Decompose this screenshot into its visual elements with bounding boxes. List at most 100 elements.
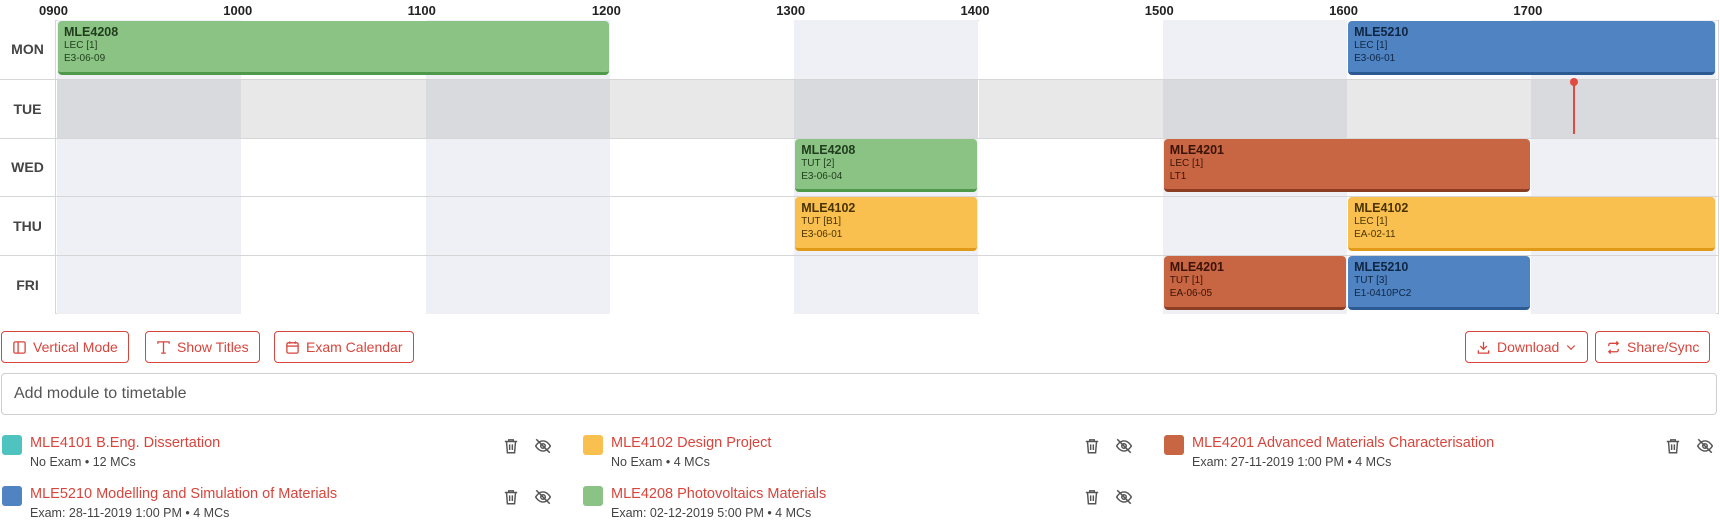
- day-label-thu: THU: [0, 197, 56, 256]
- hour-label-1500: 1500: [1144, 3, 1174, 18]
- lesson-type: LEC [1]: [1169, 157, 1204, 169]
- hour-label-1700: 1700: [1513, 3, 1543, 18]
- vertical-mode-label: Vertical Mode: [33, 339, 118, 355]
- hour-cell[interactable]: [1531, 256, 1716, 314]
- hour-cell[interactable]: [1347, 79, 1532, 138]
- lesson-block[interactable]: MLE4102 TUT [B1] E3-06-01: [795, 197, 978, 252]
- hour-cell[interactable]: [609, 256, 795, 314]
- hour-cell[interactable]: [609, 79, 795, 138]
- lesson-block[interactable]: MLE5210 LEC [1] E3-06-01: [1348, 21, 1715, 75]
- module-color-swatch[interactable]: [1164, 435, 1184, 455]
- columns-icon: [13, 340, 26, 354]
- module-meta: Exam: 02-12-2019 5:00 PM • 4 MCs: [611, 506, 812, 520]
- hour-cell[interactable]: [1162, 79, 1348, 138]
- timetable: 0900 1000 1100 1200 1300 1400 1500 1600 1700 MON T…: [0, 0, 1720, 316]
- hour-cell[interactable]: [609, 138, 795, 197]
- eye-slash-icon[interactable]: [1115, 437, 1133, 455]
- lesson-code: MLE4201: [1169, 142, 1224, 157]
- hour-cell[interactable]: [425, 138, 610, 197]
- hour-cell[interactable]: [241, 256, 426, 314]
- module-item: MLE4102 Design Project No Exam • 4 MCs: [583, 433, 1143, 473]
- share-sync-button[interactable]: Share/Sync: [1595, 331, 1711, 363]
- share-sync-label: Share/Sync: [1627, 339, 1700, 355]
- module-title-link[interactable]: MLE4101 B.Eng. Dissertation: [30, 435, 220, 451]
- hour-cell[interactable]: [241, 79, 426, 138]
- hour-cell[interactable]: [425, 79, 610, 138]
- eye-slash-icon[interactable]: [1115, 488, 1133, 506]
- hour-cell[interactable]: [57, 197, 242, 256]
- module-title-link[interactable]: MLE4201 Advanced Materials Characterisat…: [1192, 435, 1494, 451]
- sync-icon: [1607, 340, 1620, 354]
- lesson-block[interactable]: MLE4201 TUT [1] EA-06-05: [1163, 256, 1347, 310]
- hour-cell[interactable]: [609, 20, 795, 79]
- hour-cell[interactable]: [1162, 197, 1348, 256]
- hour-cell[interactable]: [978, 197, 1163, 256]
- hour-cell[interactable]: [425, 256, 610, 314]
- eye-slash-icon[interactable]: [534, 437, 552, 455]
- show-titles-button[interactable]: Show Titles: [145, 331, 260, 363]
- hour-label-1200: 1200: [591, 3, 621, 18]
- hour-cell[interactable]: [609, 197, 795, 256]
- lesson-block[interactable]: MLE4208 LEC [1] E3-06-09: [58, 21, 609, 75]
- lesson-type: TUT [2]: [801, 157, 835, 169]
- trash-icon[interactable]: [1083, 488, 1101, 506]
- hour-label-1100: 1100: [407, 3, 436, 18]
- hour-label-1300: 1300: [776, 3, 806, 18]
- download-button[interactable]: Download: [1465, 331, 1589, 363]
- hour-cell[interactable]: [978, 256, 1163, 314]
- hour-cell[interactable]: [978, 20, 1163, 79]
- vertical-mode-button[interactable]: Vertical Mode: [1, 331, 129, 363]
- module-title-link[interactable]: MLE4102 Design Project: [611, 435, 771, 451]
- hour-label-0900: 0900: [39, 3, 68, 18]
- trash-icon[interactable]: [502, 488, 520, 506]
- lesson-venue: E3-06-01: [801, 229, 843, 241]
- exam-calendar-button[interactable]: Exam Calendar: [274, 331, 414, 363]
- trash-icon[interactable]: [1083, 437, 1101, 455]
- module-item: MLE4101 B.Eng. Dissertation No Exam • 12 …: [2, 433, 562, 473]
- hour-cell[interactable]: [1531, 138, 1716, 197]
- lesson-block[interactable]: MLE5210 TUT [3] E1-0410PC2: [1348, 256, 1531, 310]
- hour-cell[interactable]: [978, 138, 1163, 197]
- trash-icon[interactable]: [1664, 437, 1682, 455]
- lesson-code: MLE5210: [1354, 25, 1409, 39]
- add-module-input[interactable]: [1, 373, 1717, 415]
- hour-cell[interactable]: [794, 20, 979, 79]
- hour-cell[interactable]: [1162, 20, 1348, 79]
- hour-cell[interactable]: [241, 138, 426, 197]
- lesson-block[interactable]: MLE4102 LEC [1] EA-02-11: [1348, 197, 1715, 252]
- lesson-type: LEC [1]: [1354, 216, 1388, 228]
- lesson-venue: EA-02-11: [1354, 229, 1396, 241]
- lesson-code: MLE4201: [1169, 260, 1224, 275]
- module-color-swatch[interactable]: [583, 486, 603, 506]
- module-meta: Exam: 28-11-2019 1:00 PM • 4 MCs: [30, 506, 230, 520]
- hour-cell[interactable]: [794, 79, 979, 138]
- hour-cell[interactable]: [57, 138, 242, 197]
- hour-cell[interactable]: [425, 197, 610, 256]
- module-title-link[interactable]: MLE5210 Modelling and Simulation of Mate…: [30, 486, 337, 502]
- hour-cell[interactable]: [978, 79, 1163, 138]
- calendar-icon: [286, 340, 299, 354]
- eye-slash-icon[interactable]: [1696, 437, 1714, 455]
- day-label-fri: FRI: [0, 256, 56, 314]
- lesson-code: MLE4102: [1354, 201, 1409, 216]
- eye-slash-icon[interactable]: [534, 488, 552, 506]
- lesson-venue: E1-0410PC2: [1354, 288, 1412, 300]
- hour-cell[interactable]: [57, 256, 242, 314]
- module-color-swatch[interactable]: [583, 435, 603, 455]
- lesson-block[interactable]: MLE4201 LEC [1] LT1: [1163, 138, 1531, 193]
- lesson-code: MLE4102: [801, 201, 856, 216]
- hour-cell[interactable]: [57, 79, 242, 138]
- hour-label-1000: 1000: [223, 3, 253, 18]
- module-color-swatch[interactable]: [2, 435, 22, 455]
- hour-cell[interactable]: [1531, 79, 1716, 138]
- exam-calendar-label: Exam Calendar: [306, 339, 403, 355]
- download-label: Download: [1497, 339, 1560, 355]
- module-title-link[interactable]: MLE4208 Photovoltaics Materials: [611, 486, 826, 502]
- day-label-wed: WED: [0, 138, 56, 197]
- module-color-swatch[interactable]: [2, 486, 22, 506]
- hour-cell[interactable]: [794, 256, 979, 314]
- lesson-venue: EA-06-05: [1169, 288, 1213, 300]
- hour-cell[interactable]: [241, 197, 426, 256]
- lesson-block[interactable]: MLE4208 TUT [2] E3-06-04: [795, 138, 978, 193]
- trash-icon[interactable]: [502, 437, 520, 455]
